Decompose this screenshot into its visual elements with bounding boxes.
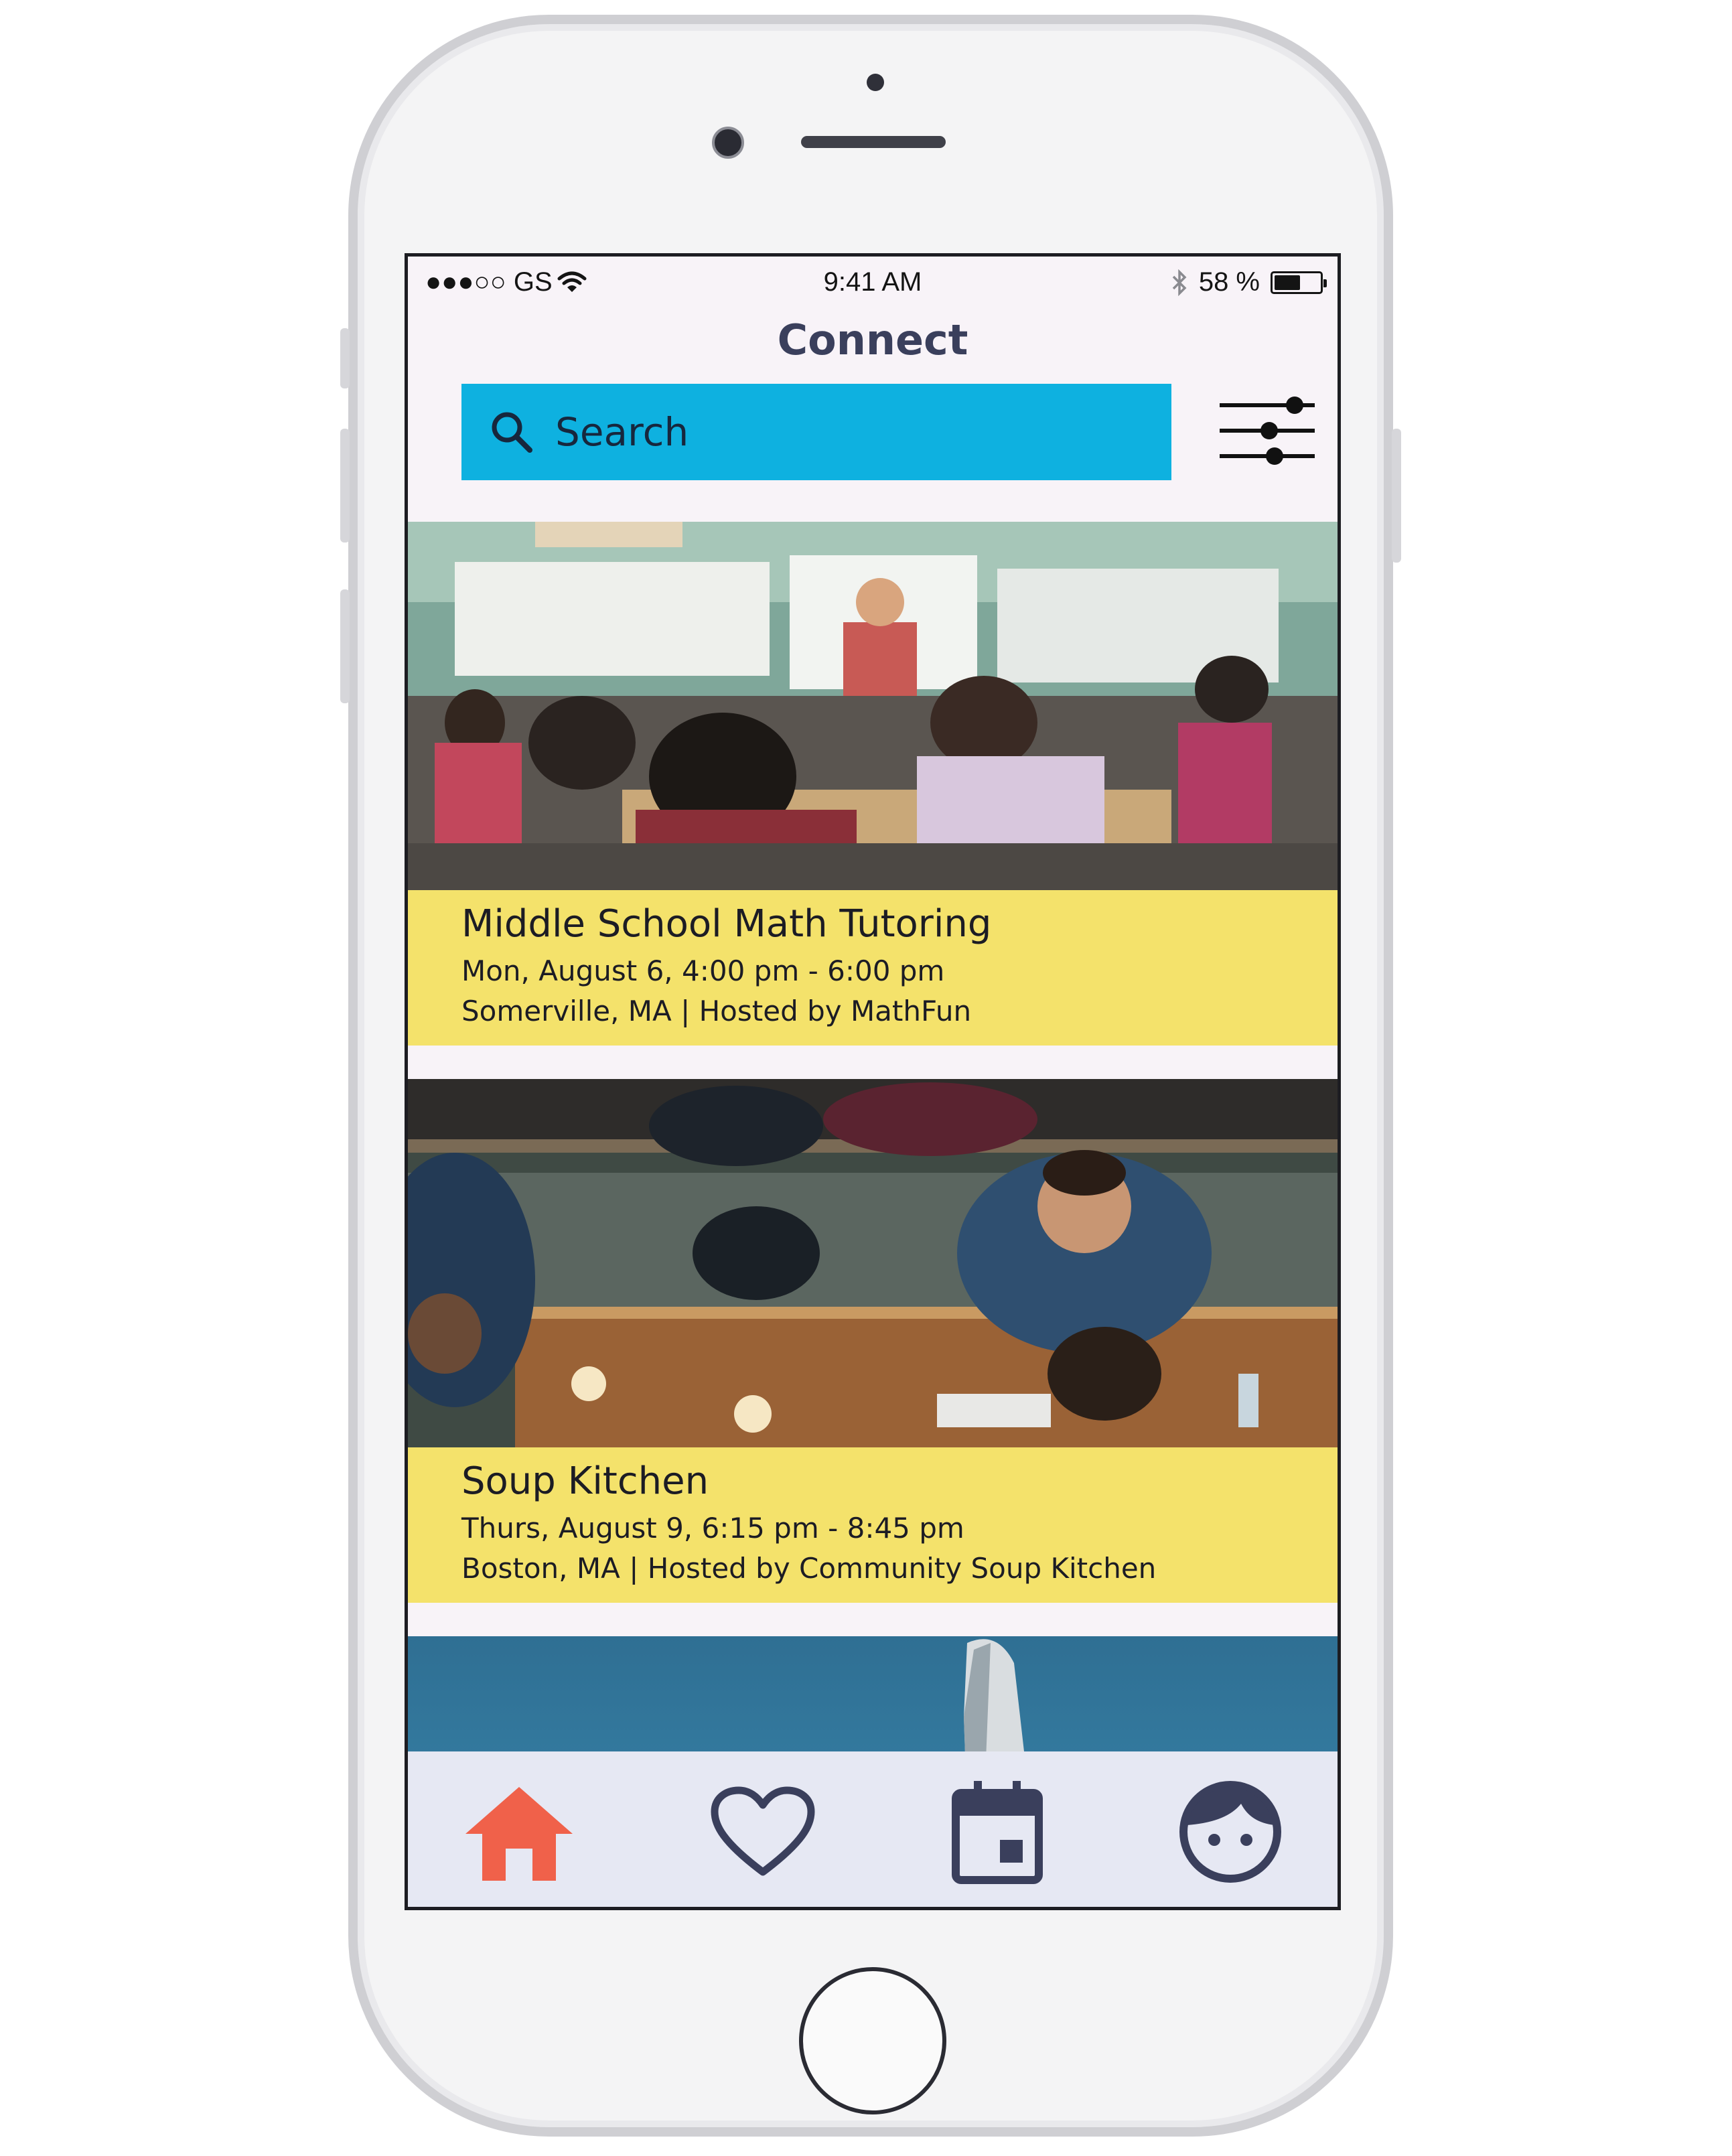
event-datetime: Thurs, August 9, 6:15 pm - 8:45 pm	[461, 1512, 964, 1544]
heart-icon	[711, 1786, 815, 1876]
search-icon	[492, 412, 532, 453]
status-right: 58 %	[1171, 267, 1327, 297]
search-placeholder: Search	[555, 409, 689, 455]
volume-down-button	[340, 589, 350, 703]
calendar-icon	[952, 1781, 1043, 1884]
volume-up-button	[340, 429, 350, 543]
home-icon	[465, 1787, 573, 1881]
nav-calendar[interactable]	[937, 1778, 1058, 1885]
proximity-sensor	[867, 74, 884, 91]
status-bar: ●●●○○ GS 9:41 AM 58 %	[408, 257, 1338, 310]
search-input[interactable]: Search	[461, 384, 1171, 480]
home-hardware-button[interactable]	[799, 1967, 946, 2114]
event-caption: Soup Kitchen Thurs, August 9, 6:15 pm - …	[408, 1447, 1338, 1603]
earpiece-speaker	[801, 136, 946, 148]
event-photo-classroom	[408, 522, 1338, 890]
event-datetime: Mon, August 6, 4:00 pm - 6:00 pm	[461, 954, 945, 987]
event-location-host: Boston, MA | Hosted by Community Soup Ki…	[461, 1552, 1157, 1585]
event-caption: Middle School Math Tutoring Mon, August …	[408, 890, 1338, 1046]
mute-switch	[340, 328, 350, 388]
page-title: Connect	[777, 315, 968, 364]
bluetooth-icon	[1172, 269, 1187, 296]
filter-sliders-icon[interactable]	[1217, 390, 1317, 471]
nav-profile[interactable]	[1170, 1778, 1291, 1885]
event-title: Middle School Math Tutoring	[461, 902, 992, 946]
event-location-host: Somerville, MA | Hosted by MathFun	[461, 995, 972, 1027]
nav-favorites[interactable]	[703, 1778, 823, 1885]
power-button	[1392, 429, 1401, 563]
front-camera	[712, 127, 744, 159]
battery-percent: 58 %	[1198, 267, 1260, 297]
nav-home[interactable]	[459, 1778, 579, 1885]
bottom-nav	[408, 1751, 1338, 1907]
battery-icon	[1271, 271, 1327, 294]
app-screen: ●●●○○ GS 9:41 AM 58 % Connect Search Mid…	[405, 253, 1341, 1910]
event-title: Soup Kitchen	[461, 1459, 709, 1503]
profile-face-icon	[1179, 1781, 1281, 1883]
event-photo-soup-kitchen	[408, 1079, 1338, 1447]
